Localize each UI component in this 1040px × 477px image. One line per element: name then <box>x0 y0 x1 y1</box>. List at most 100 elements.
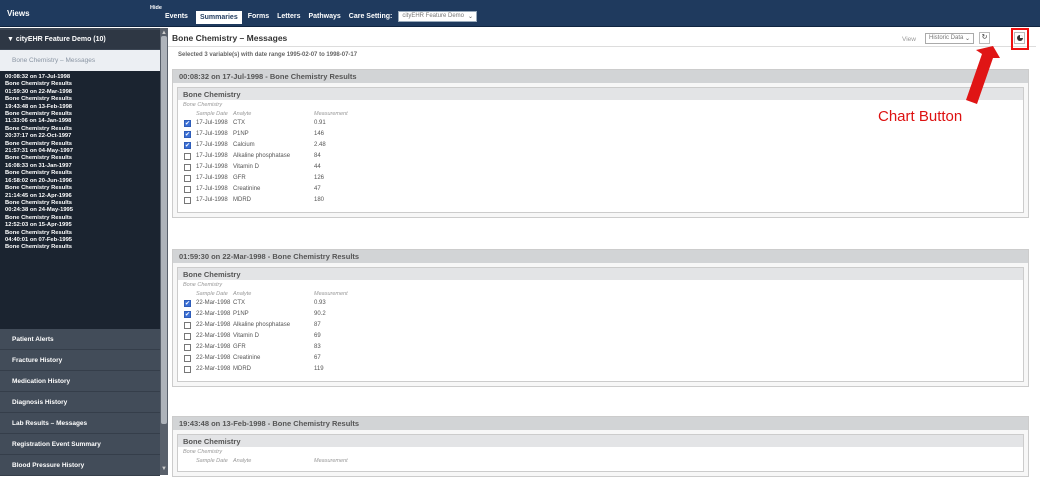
variable-checkbox[interactable]: ✔ <box>184 120 191 127</box>
sidebar-item-registration-event-summary[interactable]: Registration Event Summary <box>0 434 160 455</box>
scroll-up-icon[interactable]: ▲ <box>160 29 168 37</box>
bone-chemistry-group: Bone Chemistry Bone Chemistry Sample Date A… <box>177 87 1024 213</box>
sidebar-entry-time: 12:52:03 on 15-Apr-1995 <box>5 222 72 229</box>
variable-checkbox[interactable] <box>184 153 191 160</box>
summary-heading: 01:59:30 on 22-Mar-1998 - Bone Chemistry… <box>173 250 1028 263</box>
sidebar-entry-label: Bone Chemistry Results <box>5 229 73 236</box>
sidebar-scrollbar-thumb[interactable] <box>161 36 167 424</box>
chart-button-highlight-box <box>1011 28 1029 50</box>
cell-sample-date: 17-Jul-1998 <box>196 153 228 159</box>
variable-checkbox[interactable] <box>184 333 191 340</box>
sidebar-entry[interactable]: 21:57:31 on 04-May-1997 Bone Chemistry Re… <box>5 148 160 163</box>
group-heading: Bone Chemistry <box>178 435 1023 447</box>
sidebar-item-patient-alerts[interactable]: Patient Alerts <box>0 329 160 350</box>
nav-events[interactable]: Events <box>165 13 188 20</box>
variable-checkbox[interactable]: ✔ <box>184 131 191 138</box>
cell-measurement: 84 <box>314 153 321 159</box>
hide-link[interactable]: Hide <box>150 5 162 11</box>
sidebar-entry[interactable]: 16:58:02 on 20-Jun-1996 Bone Chemistry Re… <box>5 178 160 193</box>
care-setting-select[interactable]: cityEHR Feature Demo ⌄ <box>398 10 478 22</box>
cell-analyte: MDRD <box>233 197 251 203</box>
cell-measurement: 83 <box>314 344 321 350</box>
variable-checkbox[interactable] <box>184 366 191 373</box>
cell-sample-date: 22-Mar-1998 <box>196 322 231 328</box>
variable-checkbox[interactable]: ✔ <box>184 300 191 307</box>
cell-analyte: P1NP <box>233 131 249 137</box>
callout-arrow-icon <box>966 46 1000 104</box>
variable-checkbox[interactable] <box>184 164 191 171</box>
variable-checkbox[interactable] <box>184 175 191 182</box>
cell-measurement: 119 <box>314 366 324 372</box>
variable-checkbox[interactable] <box>184 322 191 329</box>
table-row: 17-Jul-1998 MDRD 180 <box>178 196 1023 207</box>
sidebar-entry-time: 16:58:02 on 20-Jun-1996 <box>5 177 73 184</box>
selection-summary: Selected 3 variable(s) with date range 1… <box>178 52 358 58</box>
sidebar-entry-time: 21:57:31 on 04-May-1997 <box>5 148 73 155</box>
sidebar-entry-time: 04:40:01 on 07-Feb-1995 <box>5 236 73 243</box>
cell-measurement: 47 <box>314 186 321 192</box>
sidebar-entry-label: Bone Chemistry Results <box>5 96 73 103</box>
summary-panel: 19:43:48 on 13-Feb-1998 - Bone Chemistry… <box>172 416 1029 477</box>
sidebar-item-lab-results-messages[interactable]: Lab Results – Messages <box>0 413 160 434</box>
bone-chemistry-group: Bone Chemistry Bone Chemistry Sample Date A… <box>177 434 1024 472</box>
chart-button-callout: Chart Button <box>878 108 963 125</box>
cell-measurement: 0.93 <box>314 300 326 306</box>
sidebar-entry-label: Bone Chemistry Results <box>5 125 73 132</box>
table-row: 22-Mar-1998 MDRD 119 <box>178 365 1023 376</box>
nav-summaries[interactable]: Summaries <box>195 11 242 24</box>
cell-sample-date: 22-Mar-1998 <box>196 311 231 317</box>
sidebar-entry-label: Bone Chemistry Results <box>5 185 73 192</box>
table-row: ✔ 17-Jul-1998 P1NP 146 <box>178 130 1023 141</box>
sidebar-entry[interactable]: 01:59:30 on 22-Mar-1998 Bone Chemistry Re… <box>5 89 160 104</box>
table-row: 22-Mar-1998 GFR 83 <box>178 343 1023 354</box>
sidebar-entry[interactable]: 11:33:06 on 14-Jan-1998 Bone Chemistry Re… <box>5 118 160 133</box>
table-row: ✔ 22-Mar-1998 CTX 0.93 <box>178 299 1023 310</box>
sidebar-entry[interactable]: 16:08:33 on 31-Jan-1997 Bone Chemistry Re… <box>5 163 160 178</box>
title-divider <box>168 46 1036 47</box>
table-row: 17-Jul-1998 Vitamin D 44 <box>178 163 1023 174</box>
cell-measurement: 2.48 <box>314 142 326 148</box>
variable-checkbox[interactable] <box>184 197 191 204</box>
sidebar-item-blood-pressure-history[interactable]: Blood Pressure History <box>0 455 160 476</box>
main-panel: Bone Chemistry – Messages View Historic … <box>168 28 1040 477</box>
variable-checkbox[interactable] <box>184 344 191 351</box>
sidebar-entry[interactable]: 04:40:01 on 07-Feb-1995 Bone Chemistry Re… <box>5 237 160 252</box>
column-headers: Sample Date Analyte Measurement <box>178 290 1023 299</box>
table-row: ✔ 22-Mar-1998 P1NP 90.2 <box>178 310 1023 321</box>
sidebar-item-fracture-history[interactable]: Fracture History <box>0 350 160 371</box>
sidebar-entry[interactable]: 21:14:45 on 12-Apr-1996 Bone Chemistry Re… <box>5 193 160 208</box>
sidebar-current-view[interactable]: Bone Chemistry – Messages <box>0 50 160 71</box>
table-row: 22-Mar-1998 Alkaline phosphatase 87 <box>178 321 1023 332</box>
table-row: 22-Mar-1998 Vitamin D 69 <box>178 332 1023 343</box>
cell-sample-date: 22-Mar-1998 <box>196 333 231 339</box>
table-row: ✔ 17-Jul-1998 Calcium 2.48 <box>178 141 1023 152</box>
col-analyte: Analyte <box>233 458 252 464</box>
scroll-down-icon[interactable]: ▼ <box>160 465 168 473</box>
nav-pathways[interactable]: Pathways <box>308 13 340 20</box>
sidebar-entry[interactable]: 19:43:48 on 13-Feb-1998 Bone Chemistry Re… <box>5 104 160 119</box>
variable-checkbox[interactable] <box>184 355 191 362</box>
sidebar-item-diagnosis-history[interactable]: Diagnosis History <box>0 392 160 413</box>
sidebar-folder-header[interactable]: ▼ cityEHR Feature Demo (10) <box>0 30 160 49</box>
sidebar-entry[interactable]: 00:24:38 on 24-May-1995 Bone Chemistry Re… <box>5 207 160 222</box>
group-heading: Bone Chemistry <box>178 268 1023 280</box>
sidebar-entry[interactable]: 12:52:03 on 15-Apr-1995 Bone Chemistry Re… <box>5 222 160 237</box>
col-sample-date: Sample Date <box>196 458 228 464</box>
chevron-down-icon: ⌄ <box>468 13 474 20</box>
nav-forms[interactable]: Forms <box>248 13 269 20</box>
sidebar-entry-label: Bone Chemistry Results <box>5 81 73 88</box>
cell-analyte: CTX <box>233 120 245 126</box>
sidebar-entry[interactable]: 00:08:32 on 17-Jul-1998 Bone Chemistry Re… <box>5 74 160 89</box>
cell-sample-date: 17-Jul-1998 <box>196 120 228 126</box>
sidebar-entry-time: 00:08:32 on 17-Jul-1998 <box>5 74 71 80</box>
sidebar-entry-label: Bone Chemistry Results <box>5 199 73 206</box>
variable-checkbox[interactable]: ✔ <box>184 142 191 149</box>
variable-checkbox[interactable]: ✔ <box>184 311 191 318</box>
sidebar-item-medication-history[interactable]: Medication History <box>0 371 160 392</box>
cell-analyte: Alkaline phosphatase <box>233 322 291 328</box>
sidebar-entry-time: 16:08:33 on 31-Jan-1997 <box>5 162 72 169</box>
variable-checkbox[interactable] <box>184 186 191 193</box>
nav-letters[interactable]: Letters <box>277 13 300 20</box>
sidebar-entry[interactable]: 20:37:17 on 22-Oct-1997 Bone Chemistry Re… <box>5 133 160 148</box>
cell-measurement: 69 <box>314 333 321 339</box>
